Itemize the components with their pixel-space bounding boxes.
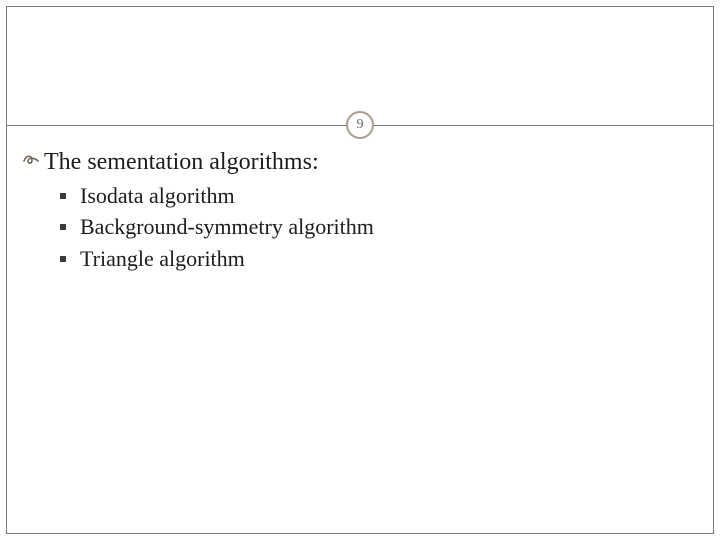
list-item: Background-symmetry algorithm xyxy=(60,212,698,242)
page-number: 9 xyxy=(357,117,364,133)
heading-row: The sementation algorithms: xyxy=(22,148,698,177)
list-item-text: Background-symmetry algorithm xyxy=(80,212,374,242)
list-item-text: Triangle algorithm xyxy=(80,244,245,274)
curly-bullet-icon xyxy=(22,151,40,173)
list-item-text: Isodata algorithm xyxy=(80,181,235,211)
content-area: The sementation algorithms: Isodata algo… xyxy=(22,148,698,276)
algorithm-list: Isodata algorithm Background-symmetry al… xyxy=(60,181,698,274)
square-bullet-icon xyxy=(60,224,66,230)
heading-text: The sementation algorithms: xyxy=(44,148,319,177)
slide: 9 The sementation algorithms: Isodata al… xyxy=(0,0,720,540)
square-bullet-icon xyxy=(60,256,66,262)
square-bullet-icon xyxy=(60,193,66,199)
list-item: Isodata algorithm xyxy=(60,181,698,211)
page-number-badge: 9 xyxy=(346,111,374,139)
list-item: Triangle algorithm xyxy=(60,244,698,274)
header-band xyxy=(7,7,713,106)
